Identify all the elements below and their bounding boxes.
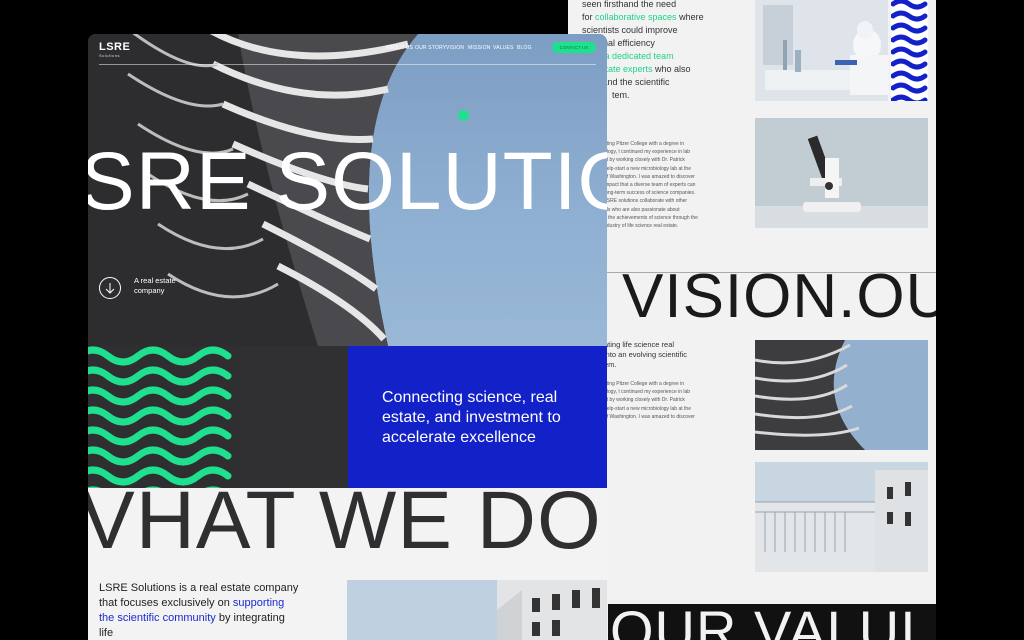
nav-our-story[interactable]: OUR STORY: [415, 45, 446, 51]
story-intro-text: seen firsthand the need for collaborativ…: [582, 0, 704, 100]
nav-vision[interactable]: VISION: [446, 45, 464, 51]
top-nav: LSRE Solutions ABOUT US OUR STORY VISION…: [88, 34, 607, 66]
hero-section: LSRE Solutions ABOUT US OUR STORY VISION…: [88, 34, 607, 346]
nav-divider: [99, 64, 596, 65]
values-heading: OUR VALUI: [610, 604, 917, 640]
values-banner: OUR VALUI: [608, 604, 936, 640]
green-dot: [458, 110, 469, 121]
arrow-down-icon: [105, 283, 115, 294]
microscope-photo: [755, 118, 928, 228]
facade-building-photo: [755, 462, 928, 572]
vision-bio-text: ating Pitzer College with a degree in ol…: [604, 381, 695, 420]
mission-statement-block: Connecting science, real estate, and inv…: [348, 346, 607, 488]
nav-mission[interactable]: MISSION: [468, 45, 491, 51]
green-wave-pattern: [88, 346, 242, 488]
founder-bio-text: ating Pitzer College with a degree in ol…: [604, 141, 698, 230]
lsre-logo-subtitle: Solutions: [99, 53, 120, 58]
collaborative-spaces-link[interactable]: collaborative spaces: [595, 12, 677, 22]
scroll-down-button[interactable]: [99, 277, 121, 299]
dark-spacer-block: [242, 346, 348, 488]
vision-heading: VISION.OU: [622, 262, 936, 331]
what-we-do-heading: VHAT WE DO: [88, 475, 602, 566]
vision-subtext: ating life science real into an evolving…: [604, 340, 687, 369]
nav-blog[interactable]: BLOG: [517, 45, 532, 51]
company-description: LSRE Solutions is a real estate company …: [99, 582, 299, 639]
lab-scientist-photo: [755, 0, 888, 101]
mission-statement-text: Connecting science, real estate, and inv…: [382, 389, 561, 446]
dedicated-team-link[interactable]: a dedicated team: [605, 51, 674, 61]
front-page-preview: LSRE Solutions ABOUT US OUR STORY VISION…: [88, 34, 607, 640]
lsre-logo[interactable]: LSRE: [99, 41, 130, 53]
curved-building-photo: [755, 340, 928, 450]
contact-us-button[interactable]: CONTACT US: [552, 42, 596, 53]
nav-values[interactable]: VALUES: [493, 45, 514, 51]
hero-tagline: A real estate company: [134, 276, 176, 295]
what-we-do-section: VHAT WE DO LSRE Solutions is a real esta…: [88, 480, 607, 640]
building-facade-image: [347, 580, 607, 640]
hero-title: SRE SOLUTIO: [88, 136, 607, 227]
back-page-preview: seen firsthand the need for collaborativ…: [568, 0, 936, 640]
nav-about-us[interactable]: ABOUT US: [386, 45, 413, 51]
blue-wave-pattern: [891, 0, 928, 101]
